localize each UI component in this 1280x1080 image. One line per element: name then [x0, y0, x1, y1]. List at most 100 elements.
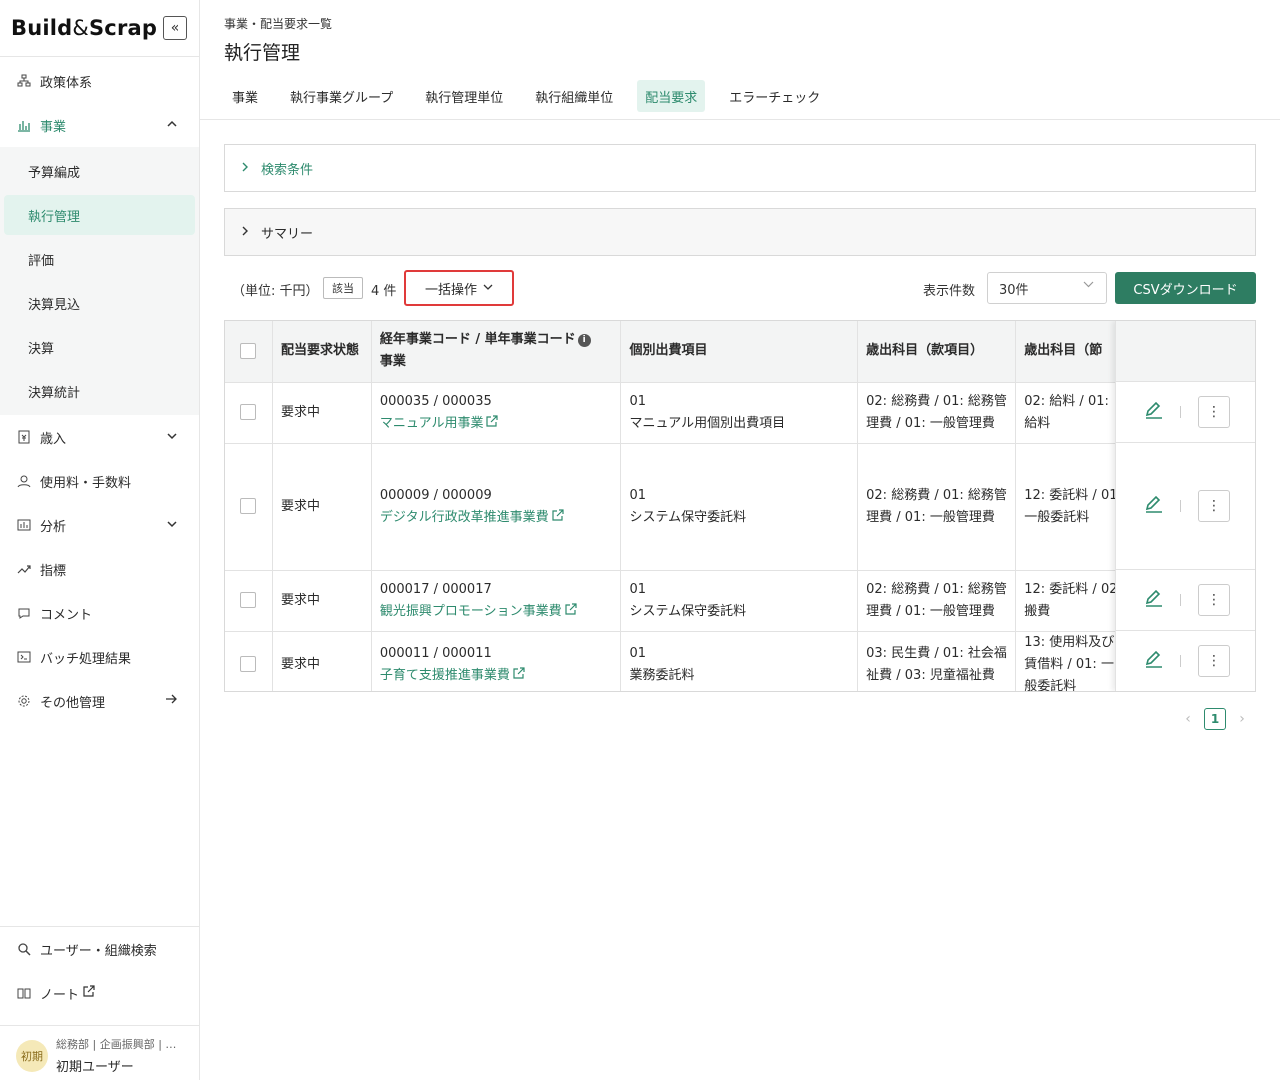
avatar: 初期: [16, 1039, 48, 1072]
sidebar-subitem-execution[interactable]: 執行管理: [4, 195, 195, 235]
kebab-icon: ⋮: [1207, 592, 1221, 608]
table-row: 要求中 000035 / 000035 マニュアル用事業 01 マニュアル用個別…: [225, 382, 1255, 444]
sidebar-item-indicators[interactable]: 指標: [0, 547, 199, 591]
collapse-sidebar-button[interactable]: «: [163, 16, 187, 40]
sidebar-item-label: バッチ処理結果: [40, 651, 132, 667]
terminal-icon: [16, 649, 32, 665]
fee-icon: [16, 473, 32, 489]
sidebar-subitem-budget[interactable]: 予算編成: [4, 151, 195, 191]
more-actions-button[interactable]: ⋮: [1198, 584, 1230, 616]
hit-badge: 該当: [323, 277, 363, 299]
divider: [0, 56, 199, 57]
chevron-right-icon: [241, 225, 249, 239]
app-logo[interactable]: Build&Scrap: [11, 16, 157, 40]
tab-projects[interactable]: 事業: [224, 80, 266, 112]
item-name: システム保守委託料: [629, 509, 747, 525]
kanko-cell: 02: 総務費 / 01: 総務管理費 / 01: 一般管理費: [857, 570, 1017, 632]
sidebar-item-revenue[interactable]: 歳入: [0, 415, 199, 459]
pagination: ‹ 1 ›: [1180, 708, 1250, 730]
edit-icon[interactable]: [1144, 649, 1164, 674]
project-link[interactable]: 子育て支援推進事業費: [380, 668, 510, 683]
search-conditions-label: 検索条件: [261, 162, 314, 178]
user-menu[interactable]: 初期 総務部 | 企画振興部 | … 初期ユーザー: [0, 1025, 199, 1080]
column-header-status: 配当要求状態: [272, 321, 372, 383]
user-org-search-label: ユーザー・組織検索: [40, 943, 157, 959]
item-number: 01: [629, 581, 647, 597]
more-actions-button[interactable]: ⋮: [1198, 645, 1230, 677]
item-cell: 01 業務委託料: [620, 631, 859, 691]
code-cell: 000009 / 000009 デジタル行政改革推進事業費: [371, 443, 622, 571]
bar-chart-icon: [16, 117, 32, 133]
per-page-select[interactable]: 30件: [987, 272, 1107, 304]
book-icon: [16, 985, 32, 1001]
sidebar-item-label: 分析: [40, 519, 67, 535]
search-conditions-panel[interactable]: 検索条件: [224, 144, 1256, 192]
tab-error-check[interactable]: エラーチェック: [721, 80, 828, 112]
edit-icon[interactable]: [1144, 588, 1164, 613]
status-cell: 要求中: [272, 382, 372, 444]
page-number-current[interactable]: 1: [1204, 708, 1226, 730]
more-actions-button[interactable]: ⋮: [1198, 396, 1230, 428]
project-code: 000009 / 000009: [379, 487, 492, 503]
external-link-icon: [83, 985, 95, 1001]
sidebar-item-comments[interactable]: コメント: [0, 591, 199, 635]
sidebar-item-batch[interactable]: バッチ処理結果: [0, 635, 199, 679]
info-icon[interactable]: i: [577, 334, 591, 348]
chevron-down-icon: [1083, 281, 1094, 292]
item-name: マニュアル用個別出費項目: [629, 415, 786, 431]
sidebar-subitem-statistics[interactable]: 決算統計: [4, 371, 195, 411]
sidebar-subitem-settlement[interactable]: 決算: [4, 327, 195, 367]
summary-panel[interactable]: サマリー: [224, 208, 1256, 256]
double-chevron-left-icon: «: [170, 20, 180, 36]
divider: [200, 119, 1280, 120]
project-link[interactable]: 観光振興プロモーション事業費: [380, 604, 562, 619]
user-org-search-link[interactable]: ユーザー・組織検索: [0, 927, 199, 971]
summary-label: サマリー: [261, 226, 314, 242]
edit-icon[interactable]: [1144, 400, 1164, 425]
row-checkbox[interactable]: [240, 592, 257, 608]
select-all-checkbox[interactable]: [240, 342, 257, 359]
sidebar-item-analysis[interactable]: 分析: [0, 503, 199, 547]
table-row: 要求中 000009 / 000009 デジタル行政改革推進事業費 01 システ…: [225, 443, 1255, 571]
hit-count: 4 件: [371, 284, 397, 299]
bulk-operation-button[interactable]: 一括操作: [404, 270, 514, 306]
sidebar-subitem-forecast[interactable]: 決算見込: [4, 283, 195, 323]
note-link[interactable]: ノート: [0, 971, 199, 1015]
project-link[interactable]: デジタル行政改革推進事業費: [380, 510, 549, 525]
next-page-icon[interactable]: ›: [1234, 711, 1250, 727]
table-row: 要求中 000017 / 000017 観光振興プロモーション事業費 01 シス…: [225, 570, 1255, 632]
item-name: 業務委託料: [629, 667, 695, 683]
per-page-label: 表示件数: [923, 284, 976, 299]
row-checkbox[interactable]: [240, 656, 257, 672]
row-actions: ⋮: [1116, 570, 1255, 631]
external-link-icon: [513, 666, 525, 682]
breadcrumb[interactable]: 事業・配当要求一覧: [224, 15, 332, 32]
user-org: 総務部 | 企画振興部 | …: [56, 1038, 177, 1051]
prev-page-icon[interactable]: ‹: [1180, 711, 1196, 727]
tab-bar: 事業 執行事業グループ 執行管理単位 執行組織単位 配当要求 エラーチェック: [224, 80, 844, 112]
project-link[interactable]: マニュアル用事業: [380, 416, 484, 431]
chevron-right-icon: [241, 161, 249, 175]
edit-icon[interactable]: [1144, 494, 1164, 519]
tab-execution-unit[interactable]: 執行管理単位: [417, 80, 511, 112]
sidebar-item-other[interactable]: その他管理: [0, 679, 199, 723]
kanko-cell: 02: 総務費 / 01: 総務管理費 / 01: 一般管理費: [857, 382, 1017, 444]
row-checkbox[interactable]: [240, 404, 257, 420]
sidebar-item-projects[interactable]: 事業: [0, 103, 199, 147]
sidebar-subitem-evaluation[interactable]: 評価: [4, 239, 195, 279]
kebab-icon: ⋮: [1207, 653, 1221, 669]
row-actions: ⋮: [1116, 443, 1255, 570]
column-header-code-label: 経年事業コード / 単年事業コード: [379, 332, 576, 348]
tab-allocation-request[interactable]: 配当要求: [637, 80, 706, 112]
sidebar-item-fees[interactable]: 使用料・手数料: [0, 459, 199, 503]
row-checkbox[interactable]: [240, 498, 257, 514]
column-header-code-sub: 事業: [379, 354, 406, 370]
sidebar-item-policy[interactable]: 政策体系: [0, 59, 199, 103]
csv-download-button[interactable]: CSVダウンロード: [1115, 272, 1256, 304]
divider: [1180, 406, 1181, 418]
tab-execution-org-unit[interactable]: 執行組織単位: [527, 80, 621, 112]
divider: [1180, 655, 1181, 667]
more-actions-button[interactable]: ⋮: [1198, 490, 1230, 522]
user-info: 総務部 | 企画振興部 | … 初期ユーザー: [56, 1036, 176, 1075]
tab-execution-group[interactable]: 執行事業グループ: [282, 80, 401, 112]
